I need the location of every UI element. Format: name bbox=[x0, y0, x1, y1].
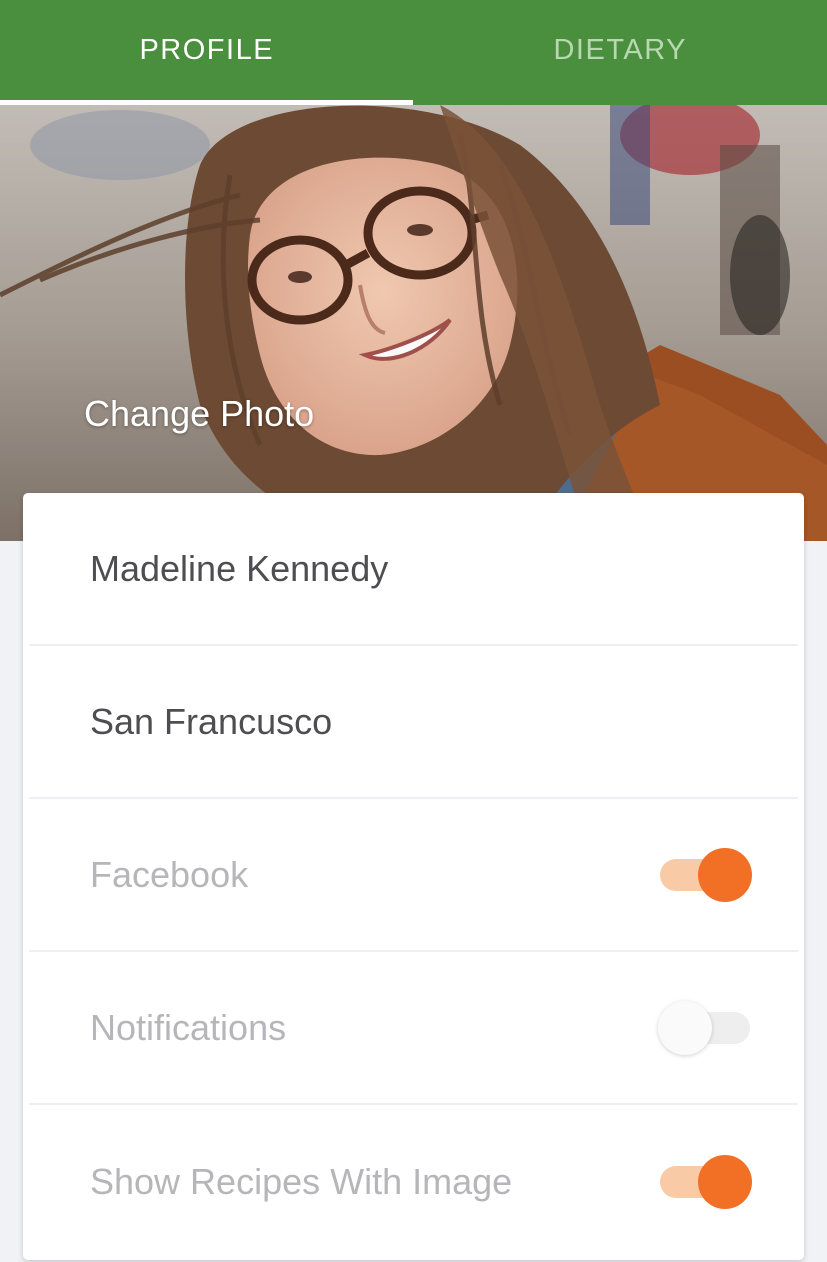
name-field[interactable] bbox=[90, 547, 752, 590]
setting-row-notifications: Notifications bbox=[29, 952, 798, 1105]
profile-photo-image bbox=[0, 105, 827, 541]
profile-photo[interactable]: Change Photo bbox=[0, 105, 827, 541]
change-photo-button[interactable]: Change Photo bbox=[84, 393, 314, 435]
toggle-knob bbox=[658, 1000, 712, 1055]
tab-bar: PROFILE DIETARY bbox=[0, 0, 827, 105]
show-recipes-label: Show Recipes With Image bbox=[90, 1160, 513, 1202]
notifications-toggle[interactable] bbox=[658, 1000, 752, 1056]
profile-screen: PROFILE DIETARY Change Photo Madeline Ke… bbox=[0, 0, 827, 1262]
facebook-label: Facebook bbox=[90, 853, 249, 895]
toggle-knob bbox=[698, 1154, 752, 1209]
notifications-label: Notifications bbox=[90, 1006, 287, 1048]
tab-profile[interactable]: PROFILE bbox=[0, 0, 414, 105]
profile-card: Facebook Notifications Show Recipes With… bbox=[23, 493, 804, 1260]
setting-row-show-recipes: Show Recipes With Image bbox=[29, 1105, 798, 1258]
facebook-toggle[interactable] bbox=[660, 847, 752, 903]
name-row bbox=[29, 493, 798, 646]
tab-dietary[interactable]: DIETARY bbox=[414, 0, 827, 105]
show-recipes-toggle[interactable] bbox=[660, 1154, 752, 1210]
toggle-knob bbox=[698, 847, 752, 902]
city-row bbox=[29, 646, 798, 799]
setting-row-facebook: Facebook bbox=[29, 799, 798, 952]
city-field[interactable] bbox=[90, 700, 752, 743]
